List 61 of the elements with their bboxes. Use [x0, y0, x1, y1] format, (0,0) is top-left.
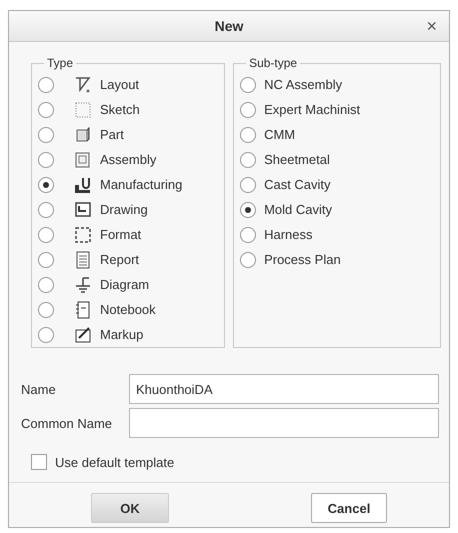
radio-button[interactable] [38, 76, 54, 92]
radio-button[interactable] [38, 202, 54, 218]
diagram-icon [74, 276, 92, 294]
type-label: Format [100, 227, 142, 242]
radio-button[interactable] [38, 226, 54, 242]
radio-button[interactable] [38, 102, 54, 118]
subtype-label: Expert Machinist [264, 102, 360, 117]
notebook-icon [74, 300, 92, 318]
assembly-icon [74, 150, 92, 168]
subtype-label: Mold Cavity [264, 202, 332, 217]
ok-button[interactable]: OK [91, 493, 169, 523]
type-label: Sketch [100, 102, 140, 117]
type-label: Diagram [100, 277, 150, 292]
window-title: New [214, 18, 244, 34]
type-label: Manufacturing [100, 177, 182, 192]
checkbox[interactable] [31, 454, 47, 470]
type-label: Layout [100, 77, 140, 92]
input-field[interactable] [129, 408, 439, 438]
radio-button[interactable] [240, 126, 256, 142]
close-button[interactable]: × [422, 16, 441, 36]
type-label: Notebook [100, 302, 156, 317]
sketch-icon [74, 100, 92, 118]
drawing-icon [74, 200, 92, 218]
subtype-label: Cast Cavity [264, 177, 331, 192]
field-label: Name [21, 382, 57, 396]
cancel-button[interactable]: Cancel [311, 493, 387, 523]
manufacturing-icon [74, 176, 92, 194]
report-icon [74, 250, 92, 268]
subtype-label: CMM [264, 127, 296, 142]
radio-button[interactable] [240, 76, 256, 92]
type-label: Drawing [100, 202, 148, 217]
radio-button[interactable] [240, 152, 256, 168]
subtype-label: Harness [264, 227, 312, 242]
type-label: Markup [100, 327, 144, 342]
radio-button[interactable] [38, 326, 54, 342]
radio-button[interactable] [240, 252, 256, 268]
radio-button[interactable] [240, 176, 256, 192]
subtype-label: NC Assembly [264, 77, 342, 92]
radio-button[interactable] [38, 176, 54, 192]
format-icon [74, 226, 92, 244]
radio-button[interactable] [240, 226, 256, 242]
type-label: Assembly [100, 152, 156, 167]
radio-button[interactable] [38, 276, 54, 292]
group-title: Sub-type [248, 56, 298, 70]
type-label: Part [100, 127, 124, 142]
radio-button[interactable] [240, 202, 256, 218]
subtype-label: Process Plan [264, 252, 341, 267]
radio-button[interactable] [38, 152, 54, 168]
layout-icon [74, 76, 92, 94]
part-icon [74, 126, 92, 144]
radio-button[interactable] [38, 126, 54, 142]
field-label: Common Name [21, 416, 114, 430]
radio-button[interactable] [38, 302, 54, 318]
checkbox-label: Use default template [55, 454, 174, 470]
subtype-label: Sheetmetal [264, 152, 330, 167]
type-label: Report [100, 252, 140, 267]
radio-button[interactable] [240, 102, 256, 118]
markup-icon [74, 326, 92, 344]
group-title: Type [46, 56, 74, 70]
input-field[interactable]: KhuonthoiDA [129, 374, 439, 404]
radio-button[interactable] [38, 252, 54, 268]
